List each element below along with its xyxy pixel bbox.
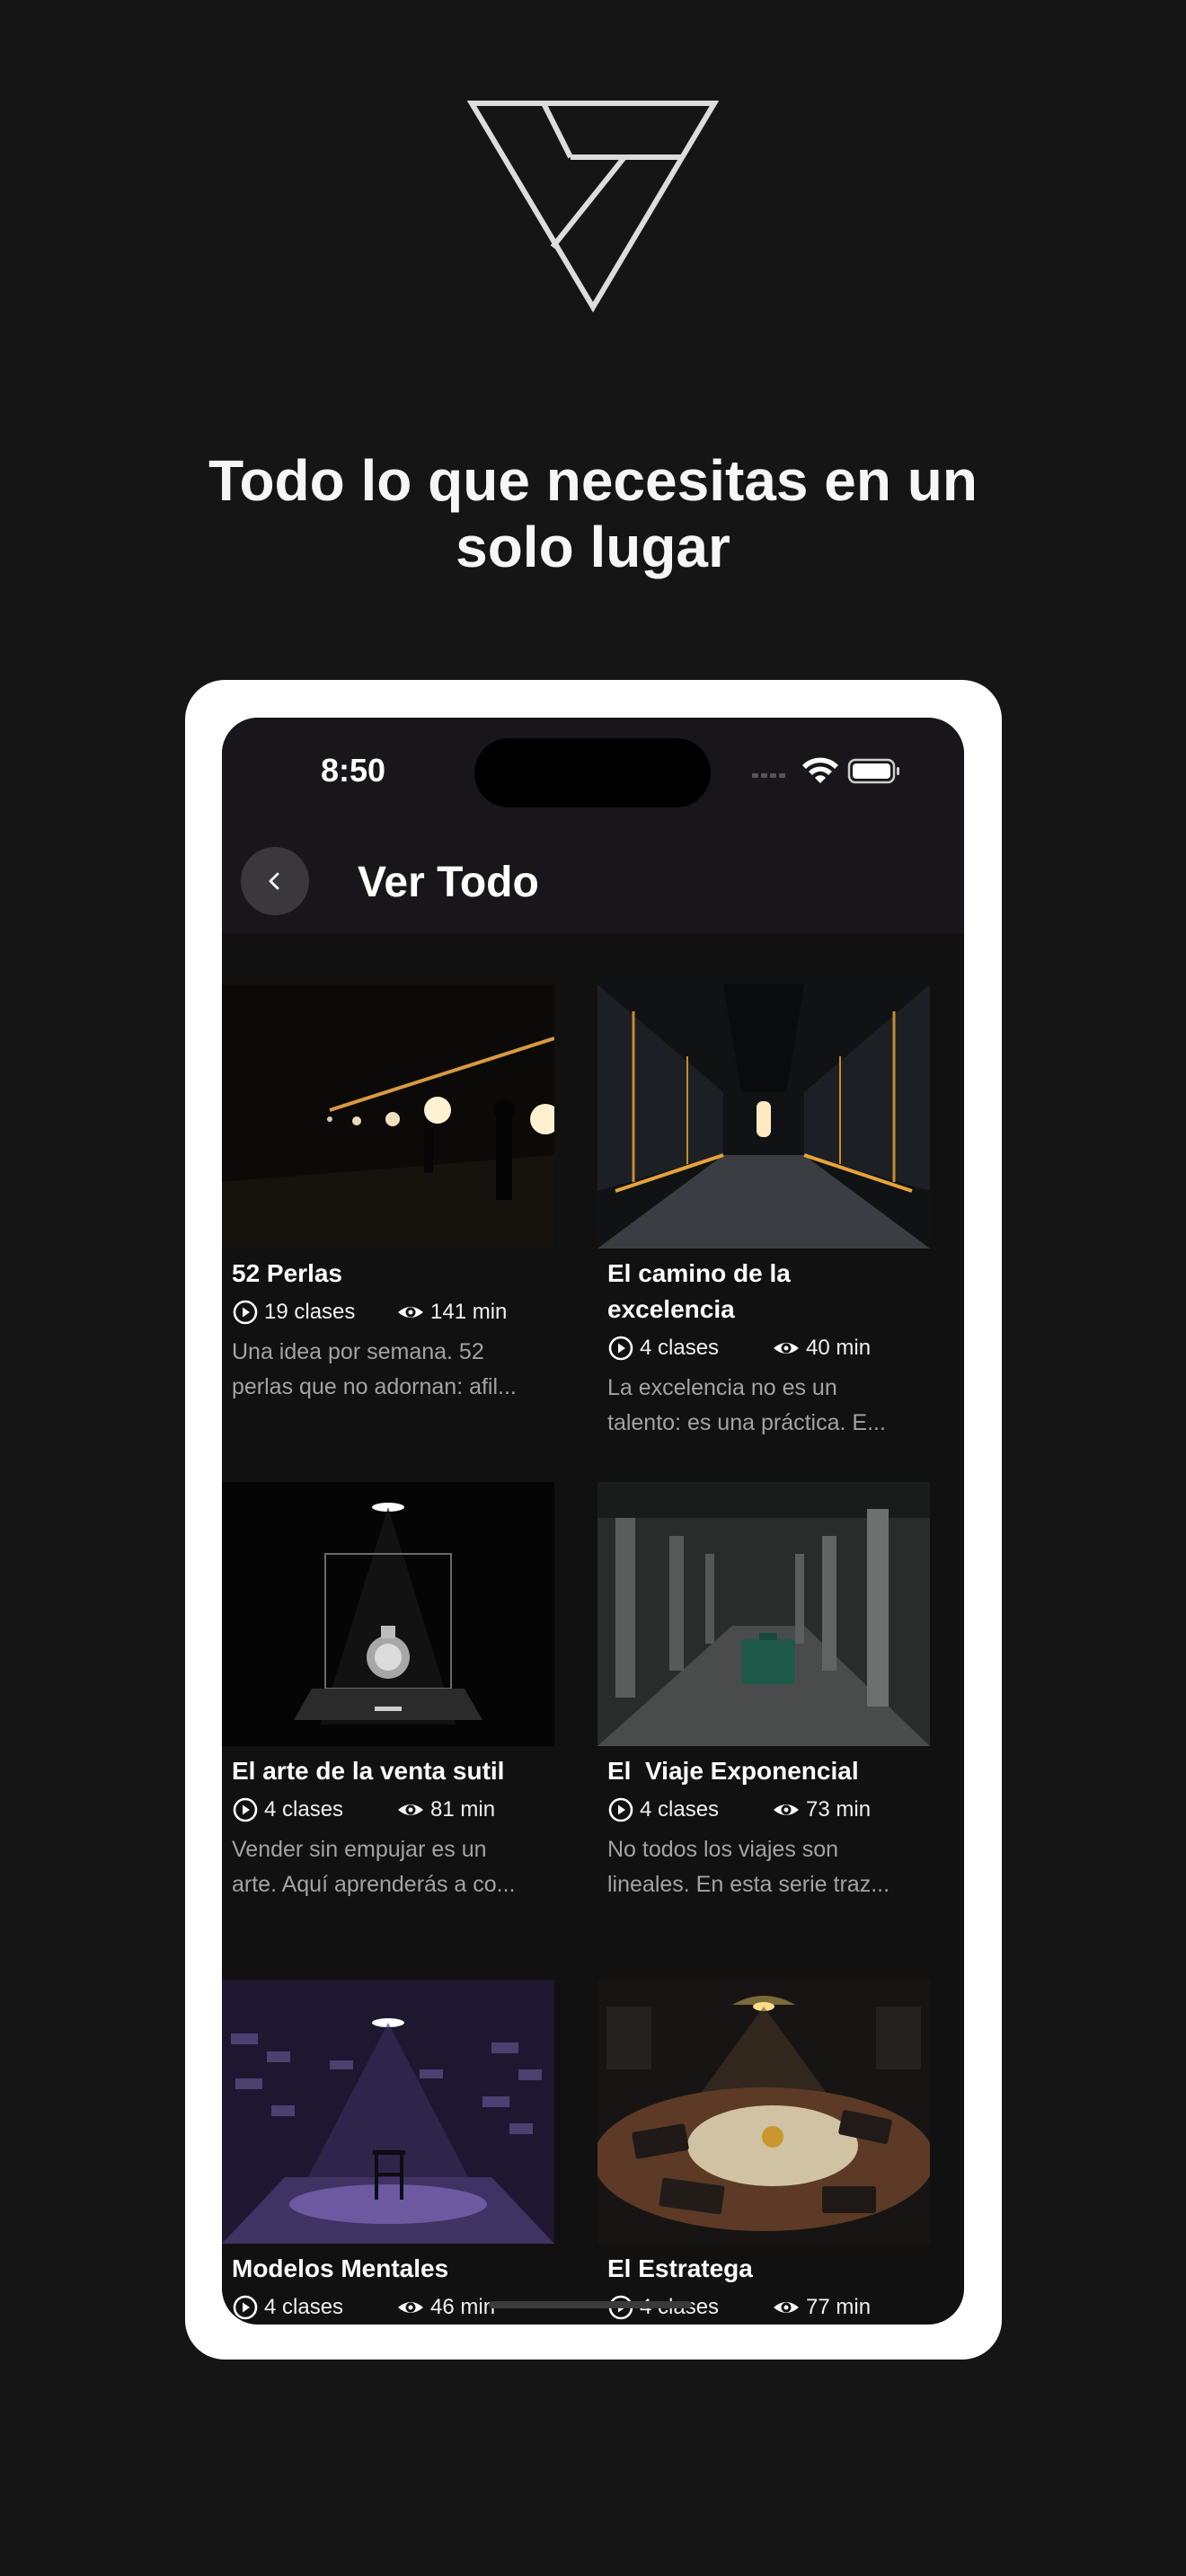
course-card[interactable]: El Estratega 4 clases 77 min xyxy=(597,1980,930,2325)
duration: 81 min xyxy=(430,1797,496,1822)
duration: 77 min xyxy=(806,2295,872,2319)
triangle-logo-icon xyxy=(467,101,719,313)
chevron-left-icon xyxy=(269,872,279,890)
lesson-count: 4 clases xyxy=(264,1797,344,1822)
play-circle-icon xyxy=(233,2295,258,2320)
course-title: 52 Perlas xyxy=(232,1259,342,1287)
course-title: El Viaje Exponencial xyxy=(607,1757,859,1785)
course-meta: 19 clases 141 min xyxy=(232,1297,507,1328)
course-card[interactable]: El camino de la excelencia 4 clases 40 m… xyxy=(597,984,930,1451)
course-description: Una idea por semana. 52 perlas que no ad… xyxy=(232,1339,517,1399)
eye-icon xyxy=(774,2302,799,2313)
back-button[interactable] xyxy=(241,847,309,915)
status-time: 8:50 xyxy=(321,752,386,789)
course-title: El camino de la excelencia xyxy=(607,1259,791,1323)
page-title: Ver Todo xyxy=(358,859,539,906)
course-meta: 4 clases 46 min xyxy=(232,2292,495,2323)
course-description: No todos los viajes son lineales. En est… xyxy=(607,1837,890,1897)
course-thumbnail xyxy=(222,1482,554,1746)
phone-frame: 8:50 Ver Todo 52 Perlas 19 clases 141 mi… xyxy=(185,680,1002,2360)
course-thumbnail xyxy=(597,1482,930,1746)
course-card[interactable]: 52 Perlas 19 clases 141 min Una idea por… xyxy=(222,984,554,1434)
phone-screen: 8:50 Ver Todo 52 Perlas 19 clases 141 mi… xyxy=(222,718,964,2325)
course-title: Modelos Mentales xyxy=(232,2254,449,2282)
lesson-count: 4 clases xyxy=(640,1336,720,1360)
course-title: El Estratega xyxy=(607,2254,753,2282)
lesson-count: 4 clases xyxy=(640,1797,720,1822)
eye-icon xyxy=(398,2302,423,2313)
course-card[interactable]: Modelos Mentales 4 clases 46 min xyxy=(222,1980,554,2325)
course-card[interactable]: El Viaje Exponencial 4 clases 73 min No … xyxy=(597,1482,930,1931)
course-thumbnail xyxy=(222,1980,554,2244)
duration: 46 min xyxy=(430,2295,496,2319)
eye-icon xyxy=(398,1307,423,1318)
lesson-count: 4 clases xyxy=(264,2295,344,2319)
dynamic-island xyxy=(474,738,711,807)
course-description: Vender sin empujar es un arte. Aquí apre… xyxy=(232,1837,516,1897)
play-circle-icon xyxy=(233,1300,258,1325)
status-icons xyxy=(752,757,899,784)
signal-icon xyxy=(752,773,785,778)
headline: Todo lo que necesitas en un solo lugar xyxy=(99,447,1087,580)
duration: 40 min xyxy=(806,1336,872,1360)
eye-icon xyxy=(398,1804,423,1815)
play-circle-icon xyxy=(608,1336,633,1361)
nav-bar: Ver Todo xyxy=(222,834,964,934)
eye-icon xyxy=(774,1804,799,1815)
eye-icon xyxy=(774,1343,799,1354)
course-meta: 4 clases 73 min xyxy=(607,1795,871,1825)
course-card[interactable]: El arte de la venta sutil 4 clases 81 mi… xyxy=(222,1482,554,1931)
course-meta: 4 clases 40 min xyxy=(607,1333,871,1363)
duration: 73 min xyxy=(806,1797,872,1822)
play-circle-icon xyxy=(233,1797,258,1822)
play-circle-icon xyxy=(608,1797,633,1822)
course-thumbnail xyxy=(597,1980,930,2244)
status-bar: 8:50 xyxy=(222,718,964,834)
home-indicator[interactable] xyxy=(489,2301,692,2308)
lesson-count: 19 clases xyxy=(264,1300,356,1324)
headline-line-2: solo lugar xyxy=(456,515,730,579)
course-thumbnail xyxy=(222,984,554,1248)
battery-icon xyxy=(847,758,899,784)
course-meta: 4 clases 81 min xyxy=(232,1795,495,1825)
headline-line-1: Todo lo que necesitas en un xyxy=(208,448,978,513)
course-description: La excelencia no es un talento: es una p… xyxy=(607,1375,886,1435)
wifi-icon xyxy=(802,757,838,783)
duration: 141 min xyxy=(430,1300,508,1324)
course-title: El arte de la venta sutil xyxy=(232,1757,505,1785)
course-thumbnail xyxy=(597,984,930,1248)
